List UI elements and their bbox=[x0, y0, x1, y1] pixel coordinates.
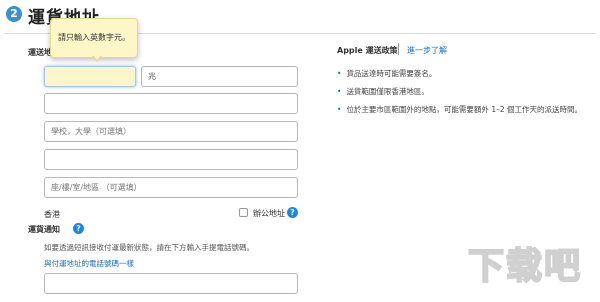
region-label: 香港 bbox=[44, 210, 60, 219]
policy-bullet-text: 送貨範圍僅限香港地區。 bbox=[346, 87, 429, 96]
step-number-badge: 2 bbox=[6, 6, 22, 22]
notification-description: 如要透過短訊接收付運最新狀態，請在下方輸入手提電話號碼。 bbox=[44, 243, 254, 252]
policy-bullet-text: 貨品送達時可能需要簽名。 bbox=[346, 69, 437, 78]
notification-label: 運貨通知 bbox=[28, 225, 60, 234]
mobile-phone-input[interactable] bbox=[44, 273, 298, 294]
bullet-dot-icon: • bbox=[337, 105, 342, 114]
school-placeholder: 學校，大學（可選填） bbox=[51, 127, 131, 136]
policy-separator bbox=[398, 43, 399, 55]
address-line-3-input[interactable] bbox=[44, 149, 298, 170]
site-watermark: 下载吧 bbox=[467, 245, 582, 288]
policy-title: Apple 運送政策 bbox=[337, 46, 398, 55]
policy-bullet: • 送貨範圍僅限香港地區。 bbox=[337, 86, 429, 97]
same-phone-link[interactable]: 與付運地址的電話號碼一樣 bbox=[44, 258, 134, 269]
watermark-text: 下载吧 bbox=[468, 246, 582, 287]
school-input[interactable]: 學校，大學（可選填） bbox=[44, 121, 298, 142]
policy-bullet-text: 位於主要市區範圍外的地點，可能需要額外 1–2 個工作天的派送時間。 bbox=[346, 105, 582, 114]
business-address-checkbox[interactable] bbox=[239, 208, 248, 217]
unit-input[interactable]: 座/樓/室/地區 （可選填） bbox=[44, 177, 298, 198]
tooltip-tail-fill bbox=[93, 55, 101, 60]
business-help-icon[interactable]: ? bbox=[287, 207, 298, 218]
business-address-label[interactable]: 辦公地址 bbox=[253, 208, 285, 219]
notification-help-icon[interactable]: ? bbox=[73, 223, 84, 234]
bullet-dot-icon: • bbox=[337, 69, 342, 78]
address-line-1-input[interactable] bbox=[44, 93, 298, 114]
policy-bullet: • 位於主要市區範圍外的地點，可能需要額外 1–2 個工作天的派送時間。 bbox=[337, 104, 582, 115]
first-name-input[interactable] bbox=[44, 66, 136, 87]
policy-bullet: • 貨品送達時可能需要簽名。 bbox=[337, 68, 436, 79]
learn-more-link[interactable]: 進一步了解 bbox=[407, 45, 447, 56]
bullet-dot-icon: • bbox=[337, 87, 342, 96]
unit-placeholder: 座/樓/室/地區 （可選填） bbox=[51, 183, 142, 192]
validation-tooltip: 請只輸入英數字元。 bbox=[50, 18, 138, 58]
last-name-input[interactable]: 兆 bbox=[141, 66, 298, 87]
